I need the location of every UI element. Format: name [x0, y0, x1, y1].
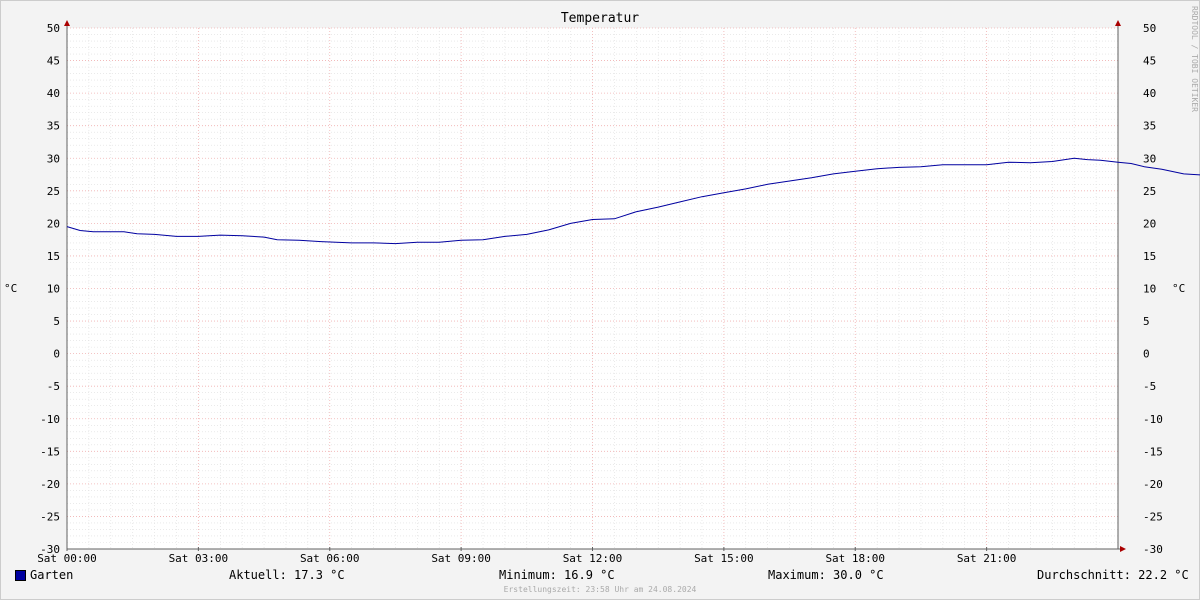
y-tick-label-left: -15 [40, 445, 60, 458]
y-tick-label-right: -10 [1143, 413, 1163, 426]
y-tick-label-left: 10 [47, 283, 60, 296]
x-tick-labels: Sat 00:00 Sat 03:00 Sat 06:00 Sat 09:00 Sat … [37, 552, 1016, 565]
y-tick-label-right: 45 [1143, 55, 1156, 68]
y-tick-label-left: 45 [47, 55, 60, 68]
y-tick-label-right: 10 [1143, 283, 1156, 296]
y-tick-label-right: 5 [1143, 315, 1150, 328]
y-tick-label-right: -20 [1143, 478, 1163, 491]
x-tick-label: Sat 21:00 [957, 552, 1017, 565]
x-axis-arrow [1120, 546, 1126, 552]
y-tick-label-left: 35 [47, 120, 60, 133]
y-tick-label-left: -20 [40, 478, 60, 491]
temperature-chart: 50454035302520151050-5-10-15-20-25-30 50… [0, 0, 1200, 600]
legend-average: Durchschnitt: 22.2 °C [1037, 568, 1189, 582]
chart-window: 50 45 40 35 30 25 20 15 10 5 0 -5 -10 -15 -20 -25 -30 50… [0, 0, 1200, 600]
y-tick-label-left: 5 [53, 315, 60, 328]
y-tick-label-left: 30 [47, 152, 60, 165]
y-tick-label-left: 0 [53, 348, 60, 361]
y-tick-label-left: -25 [40, 510, 60, 523]
legend-maximum: Maximum: 30.0 °C [768, 568, 884, 582]
y-tick-label-right: 30 [1143, 152, 1156, 165]
y-tick-label-left: -10 [40, 413, 60, 426]
x-tick-label: Sat 15:00 [694, 552, 754, 565]
y-tick-label-right: 15 [1143, 250, 1156, 263]
x-tick-label: Sat 03:00 [169, 552, 229, 565]
footer-timestamp: Erstellungszeit: 23:58 Uhr am 24.08.2024 [503, 585, 697, 594]
y-tick-label-left: -5 [47, 380, 60, 393]
x-tick-label: Sat 12:00 [563, 552, 623, 565]
y-tick-label-right: 20 [1143, 217, 1156, 230]
y-tick-label-right: -25 [1143, 510, 1163, 523]
y-tick-labels-left: 50454035302520151050-5-10-15-20-25-30 [40, 22, 60, 556]
y-tick-label-right: -15 [1143, 445, 1163, 458]
y-tick-label-right: -30 [1143, 543, 1163, 556]
y-tick-label-left: 25 [47, 185, 60, 198]
x-tick-label: Sat 09:00 [431, 552, 491, 565]
legend-minimum: Minimum: 16.9 °C [499, 568, 615, 582]
y-tick-label-right: 35 [1143, 120, 1156, 133]
chart-title: Temperatur [560, 11, 640, 26]
y-axis-unit-right: °C [1172, 282, 1186, 295]
x-tick-label: Sat 06:00 [300, 552, 360, 565]
legend-series-name: Garten [30, 568, 74, 582]
y-tick-label-right: 0 [1143, 348, 1150, 361]
y-tick-labels-right: 50454035302520151050-5-10-15-20-25-30 [1143, 22, 1163, 556]
x-tick-label: Sat 18:00 [825, 552, 885, 565]
y-tick-label-right: 25 [1143, 185, 1156, 198]
y-tick-label-left: 20 [47, 217, 60, 230]
y-tick-label-left: 40 [47, 87, 60, 100]
y-tick-label-left: 15 [47, 250, 60, 263]
legend-swatch [15, 570, 26, 581]
x-tick-label: Sat 00:00 [37, 552, 97, 565]
y-axis-unit-left: °C [4, 282, 18, 295]
y-tick-label-right: 40 [1143, 87, 1156, 100]
y-tick-label-right: -5 [1143, 380, 1156, 393]
watermark: RRDTOOL / TOBI OETIKER [1190, 6, 1199, 112]
legend-current: Aktuell: 17.3 °C [229, 568, 345, 582]
